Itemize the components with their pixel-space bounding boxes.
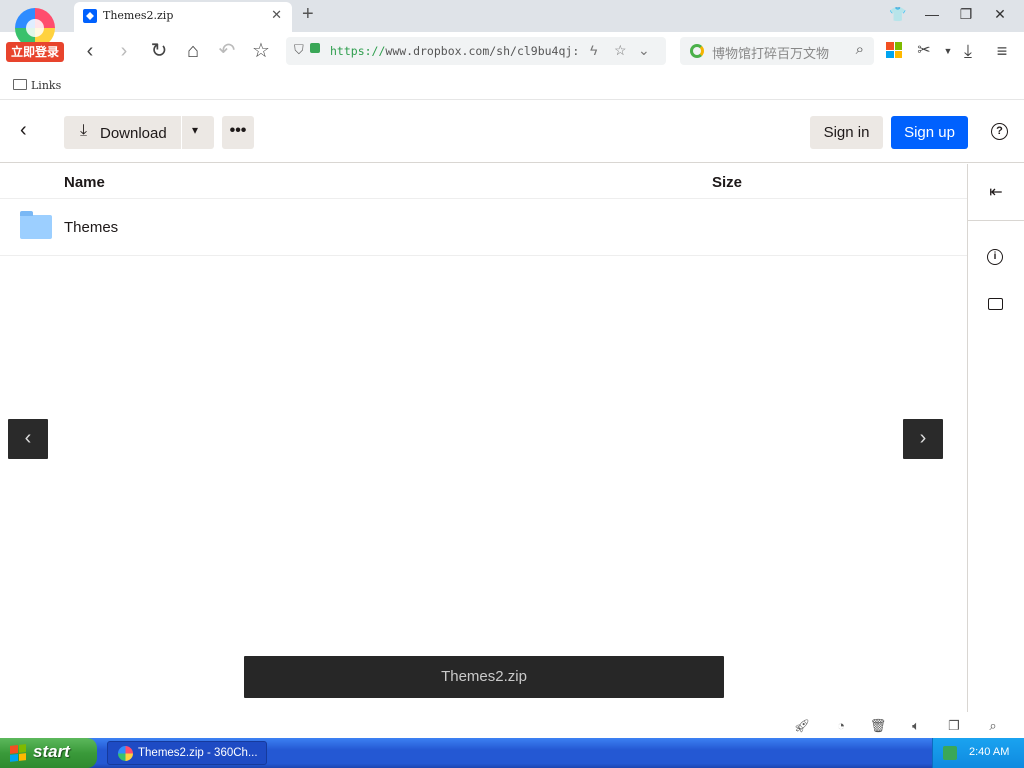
taskbar-item-browser[interactable]: Themes2.zip - 360Ch... <box>107 741 267 765</box>
table-row[interactable]: Themes <box>0 199 968 256</box>
360-browser-icon <box>118 746 133 761</box>
browser-tab-strip: Themes2.zip ✕ + 👕 — ❐ ✕ <box>0 0 1024 32</box>
download-icon: ⤓ <box>80 122 88 139</box>
search-engine-icon <box>690 44 704 58</box>
bookmarks-bar: Links <box>0 70 1024 100</box>
download-button[interactable]: ⤓ Download <box>64 116 181 149</box>
file-name[interactable]: Themes <box>64 219 118 236</box>
undo-close-icon[interactable]: ↶ <box>215 40 239 62</box>
comment-icon[interactable] <box>988 298 1003 310</box>
skin-icon[interactable]: 👕 <box>888 6 908 23</box>
help-icon[interactable]: ? <box>991 123 1008 140</box>
forward-icon[interactable]: › <box>112 40 136 62</box>
address-bar[interactable]: ⛉ https://www.dropbox.com/sh/cl9bu4qj: ϟ… <box>286 37 666 65</box>
chevron-down-icon[interactable]: ⌄ <box>638 42 650 59</box>
minimize-button[interactable]: — <box>922 6 942 22</box>
browser-status-bar: 🚀︎ ◔ 🗑︎ 🔈︎ ❐ ⌕ <box>0 712 1024 738</box>
folder-icon <box>20 211 52 239</box>
tray-network-icon[interactable] <box>943 746 957 760</box>
bookmark-links[interactable]: Links <box>31 79 61 92</box>
zoom-icon[interactable]: ⌕ <box>984 718 1002 734</box>
clock[interactable]: 2:40 AM <box>969 746 1009 758</box>
file-list-header: Name Size <box>0 164 968 199</box>
previous-file-button[interactable]: ‹ <box>8 419 48 459</box>
right-rail: ⇤ i <box>967 164 1024 712</box>
url-text[interactable]: https://www.dropbox.com/sh/cl9bu4qj: <box>330 44 580 58</box>
favorite-star-icon[interactable]: ☆ <box>249 40 273 62</box>
dropbox-header: ‹ ⤓ Download ▾ ••• Sign in Sign up ? <box>0 101 1024 163</box>
browser-360-logo[interactable]: 立即登录 <box>4 4 66 62</box>
dropbox-favicon-icon <box>83 9 97 23</box>
sign-up-button[interactable]: Sign up <box>891 116 968 149</box>
download-icon[interactable]: ⤓ <box>956 40 980 62</box>
apps-grid-icon[interactable] <box>886 42 902 58</box>
back-icon[interactable]: ‹ <box>78 40 102 62</box>
browser-toolbar: ‹ › ↻ ⌂ ↶ ☆ ⛉ https://www.dropbox.com/sh… <box>0 32 1024 70</box>
close-window-button[interactable]: ✕ <box>990 6 1010 23</box>
shield-icon: ⛉ <box>294 42 304 57</box>
bookmark-star-icon[interactable]: ☆ <box>614 42 627 59</box>
next-file-button[interactable]: › <box>903 419 943 459</box>
tab-title: Themes2.zip <box>103 9 174 22</box>
column-header-name[interactable]: Name <box>64 174 105 191</box>
download-options-button[interactable]: ▾ <box>182 116 214 149</box>
rocket-icon[interactable]: 🚀︎ <box>793 718 811 734</box>
home-icon[interactable]: ⌂ <box>181 40 205 62</box>
windows-flag-icon <box>10 744 26 762</box>
search-box[interactable]: 博物馆打碎百万文物 ⌕ <box>680 37 874 65</box>
download-label: Download <box>100 125 167 142</box>
start-label: start <box>33 742 70 761</box>
new-tab-button[interactable]: + <box>302 3 314 26</box>
window-icon[interactable]: ❐ <box>945 718 963 734</box>
reload-icon[interactable]: ↻ <box>147 40 171 62</box>
system-tray: 2:40 AM <box>932 738 1024 768</box>
more-options-button[interactable]: ••• <box>222 116 254 149</box>
search-icon[interactable]: ⌕ <box>856 41 864 58</box>
back-arrow-icon[interactable]: ‹ <box>20 119 27 142</box>
trash-icon[interactable]: 🗑︎ <box>869 718 887 734</box>
folder-icon <box>13 79 27 90</box>
start-button[interactable]: start <box>0 738 97 768</box>
menu-icon[interactable]: ≡ <box>990 40 1014 62</box>
scissors-icon[interactable]: ✂ <box>912 40 936 62</box>
url-scheme: https:// <box>330 44 386 58</box>
column-header-size[interactable]: Size <box>712 174 742 191</box>
lock-icon <box>310 43 320 53</box>
url-host-path: www.dropbox.com/sh/cl9bu4qj: <box>385 44 580 58</box>
speed-icon[interactable]: ◔ <box>832 718 850 733</box>
search-placeholder: 博物馆打碎百万文物 <box>712 46 830 61</box>
restore-button[interactable]: ❐ <box>956 6 976 23</box>
volume-icon[interactable]: 🔈︎ <box>907 718 925 734</box>
tab-close-icon[interactable]: ✕ <box>271 7 282 23</box>
taskbar-item-label: Themes2.zip - 360Ch... <box>138 747 258 759</box>
info-icon[interactable]: i <box>987 249 1003 265</box>
rail-divider <box>968 220 1024 221</box>
browser-tab[interactable]: Themes2.zip ✕ <box>74 2 292 32</box>
windows-taskbar: start Themes2.zip - 360Ch... 2:40 AM <box>0 738 1024 768</box>
login-badge[interactable]: 立即登录 <box>6 42 64 62</box>
chevron-down-icon: ▾ <box>192 123 199 137</box>
lightning-icon[interactable]: ϟ <box>590 42 597 58</box>
preview-file-name: Themes2.zip <box>244 656 724 698</box>
collapse-panel-icon[interactable]: ⇤ <box>986 182 1006 202</box>
sign-in-button[interactable]: Sign in <box>810 116 883 149</box>
